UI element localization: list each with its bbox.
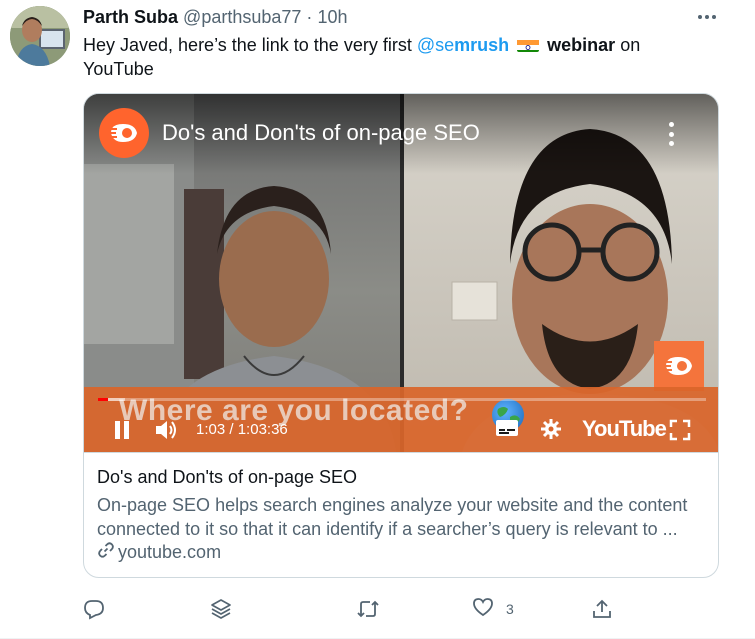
- channel-logo-icon[interactable]: [99, 108, 149, 158]
- time-current: 1:03: [196, 421, 226, 438]
- brand-watermark-icon: [654, 341, 704, 391]
- subtitles-icon[interactable]: [495, 418, 519, 443]
- progress-played: [98, 398, 109, 401]
- video-player[interactable]: Do's and Don'ts of on-page SEO Where are…: [84, 94, 718, 452]
- card-domain-text: youtube.com: [118, 542, 222, 562]
- progress-bar[interactable]: [98, 398, 706, 401]
- mention-prefix: @se: [416, 35, 455, 55]
- time-display: 1:03 / 1:03:36: [196, 421, 288, 438]
- volume-icon[interactable]: [154, 418, 180, 447]
- heart-icon: [472, 596, 494, 623]
- share-icon[interactable]: [591, 595, 613, 623]
- author-name[interactable]: Parth Suba: [83, 7, 178, 27]
- separator-dot: ·: [306, 7, 313, 27]
- tweet[interactable]: Parth Suba @parthsuba77 · 10h Hey Javed,…: [0, 0, 755, 639]
- mention-link[interactable]: @semrush: [417, 35, 509, 55]
- like-button[interactable]: 3: [472, 595, 514, 623]
- retweet-icon[interactable]: [356, 595, 380, 623]
- more-options-icon[interactable]: [693, 6, 721, 28]
- tweet-text-line2: YouTube: [83, 59, 154, 79]
- india-flag-icon: [517, 37, 540, 52]
- like-count: 3: [506, 601, 514, 617]
- author-handle[interactable]: @parthsuba77: [183, 7, 301, 27]
- tweet-text-bold: webinar: [547, 35, 616, 55]
- tweet-time[interactable]: 10h: [317, 7, 347, 27]
- link-card[interactable]: Do's and Don'ts of on-page SEO Where are…: [83, 93, 719, 578]
- pause-icon[interactable]: [112, 420, 132, 445]
- card-details[interactable]: Do's and Don'ts of on-page SEO On-page S…: [84, 452, 718, 577]
- tweet-text-part1: Hey Javed, here’s the link to the very f…: [83, 35, 417, 55]
- video-more-icon[interactable]: [664, 122, 678, 146]
- card-domain: youtube.com: [97, 541, 221, 564]
- mention-bold: mrush: [454, 35, 510, 55]
- youtube-logo[interactable]: YouTube: [582, 416, 667, 442]
- link-icon: [97, 541, 115, 564]
- fullscreen-icon[interactable]: [669, 419, 691, 446]
- stack-icon[interactable]: [209, 595, 233, 623]
- card-title: Do's and Don'ts of on-page SEO: [97, 467, 358, 487]
- tweet-actions: 3: [83, 595, 683, 623]
- settings-gear-icon[interactable]: [540, 418, 562, 445]
- time-separator: /: [225, 421, 238, 438]
- card-description: On-page SEO helps search engines analyze…: [97, 495, 688, 539]
- reply-icon[interactable]: [83, 595, 105, 623]
- tweet-text: Hey Javed, here’s the link to the very f…: [83, 33, 683, 81]
- time-total: 1:03:36: [237, 421, 288, 438]
- tweet-header: Parth Suba @parthsuba77 · 10h: [83, 7, 347, 28]
- tweet-text-part2: on: [615, 35, 641, 55]
- video-title[interactable]: Do's and Don'ts of on-page SEO: [162, 120, 480, 146]
- avatar[interactable]: [10, 6, 70, 66]
